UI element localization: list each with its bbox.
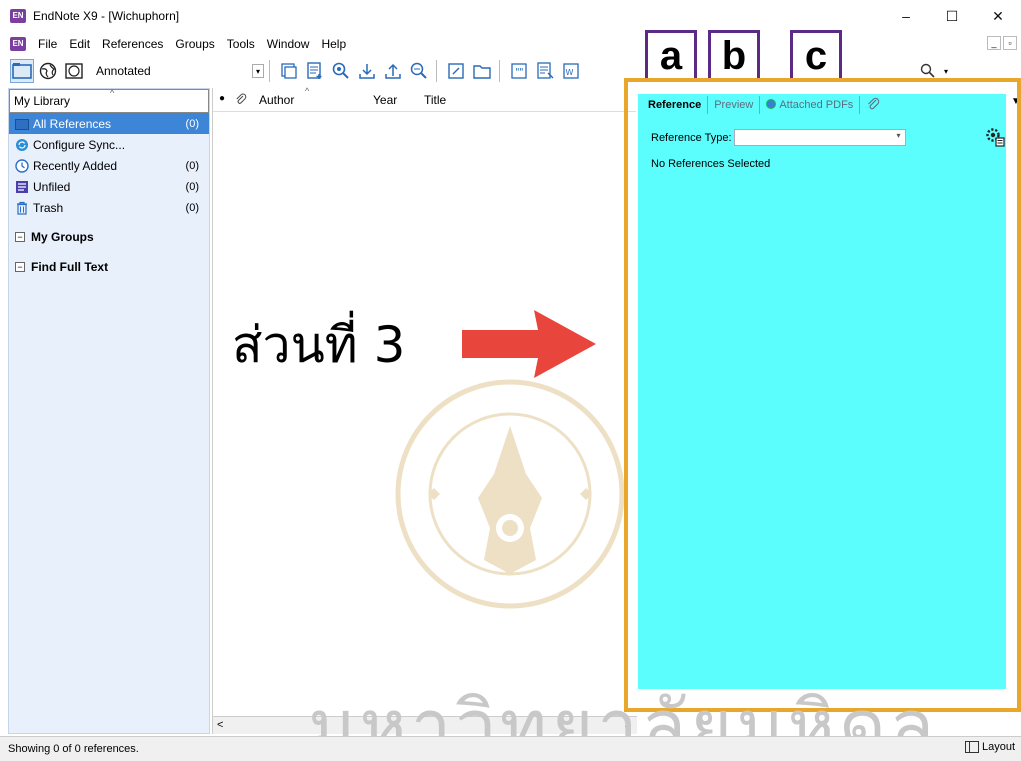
right-arrow-icon [460, 308, 600, 383]
group-label: Recently Added [33, 158, 118, 173]
menu-bar: EN File Edit References Groups Tools Win… [0, 34, 1021, 54]
svg-text:": " [519, 67, 524, 78]
groups-panel: My Library ^ All References (0) Configur… [8, 88, 210, 734]
sync-icon [15, 138, 29, 152]
open-file-icon[interactable] [470, 59, 494, 83]
group-recently-added[interactable]: Recently Added (0) [9, 155, 209, 176]
collapse-toggle-icon[interactable]: − [15, 262, 25, 272]
find-full-text-section[interactable]: − Find Full Text [9, 252, 209, 282]
sort-caret-icon: ^ [110, 88, 115, 98]
read-status-column[interactable]: ● [219, 93, 225, 104]
group-unfiled[interactable]: Unfiled (0) [9, 176, 209, 197]
group-label: Trash [33, 200, 64, 215]
overlay-label-a: a [645, 30, 697, 82]
toolbar-divider [499, 60, 500, 82]
menu-file[interactable]: File [32, 37, 63, 51]
online-search-icon[interactable] [36, 59, 60, 83]
download-icon[interactable] [355, 59, 379, 83]
recently-added-icon [15, 158, 29, 173]
group-trash[interactable]: Trash (0) [9, 197, 209, 218]
endnote-app-icon: EN [10, 9, 26, 23]
group-label: Configure Sync... [33, 137, 126, 152]
group-label: Unfiled [33, 179, 71, 194]
insert-citation-icon[interactable]: " " [507, 59, 531, 83]
maximize-button[interactable]: ☐ [929, 0, 975, 32]
status-bar: Showing 0 of 0 references. Layout [0, 736, 1021, 761]
search-options-chevron-icon[interactable]: ▾ [940, 64, 952, 78]
new-reference-icon[interactable] [303, 59, 327, 83]
menu-tools[interactable]: Tools [221, 37, 261, 51]
window-title: EndNote X9 - [Wichuphorn] [33, 9, 180, 23]
document-restore-button[interactable]: ▫ [1003, 36, 1017, 50]
section-label: Find Full Text [31, 260, 109, 274]
title-bar: EN EndNote X9 - [Wichuphorn] – ☐ ✕ [0, 0, 1021, 32]
author-column-header[interactable]: Author [259, 93, 294, 107]
year-column-header[interactable]: Year [373, 93, 397, 107]
local-library-icon[interactable] [10, 59, 34, 83]
find-full-text-icon[interactable] [407, 59, 431, 83]
word-icon[interactable]: W [559, 59, 583, 83]
group-count: (0) [185, 201, 199, 214]
university-seal-watermark [394, 378, 626, 613]
all-references-icon [15, 117, 29, 131]
overlay-label-c: c [790, 30, 842, 82]
upload-icon[interactable] [381, 59, 405, 83]
menu-window[interactable]: Window [261, 37, 316, 51]
output-style-select[interactable]: Annotated [96, 64, 244, 78]
copy-to-library-icon[interactable] [277, 59, 301, 83]
integrated-library-icon[interactable] [62, 59, 86, 83]
document-window-controls: _ ▫ [987, 36, 1017, 50]
title-column-header[interactable]: Title [424, 93, 446, 107]
highlight-frame [624, 78, 1021, 712]
layout-label: Layout [981, 741, 1015, 753]
section-caption: ส่วนที่ 3 [232, 316, 406, 374]
collapse-toggle-icon[interactable]: − [15, 232, 25, 242]
my-groups-section[interactable]: − My Groups [9, 222, 209, 252]
menu-edit[interactable]: Edit [63, 37, 96, 51]
group-count: (0) [185, 180, 199, 193]
menu-references[interactable]: References [96, 37, 169, 51]
unfiled-icon [15, 180, 29, 194]
document-system-menu-icon[interactable]: EN [10, 37, 26, 51]
group-configure-sync[interactable]: Configure Sync... [9, 134, 209, 155]
sort-caret-icon: ^ [305, 86, 310, 96]
window-controls: – ☐ ✕ [883, 0, 1021, 32]
attachment-column-icon[interactable] [235, 93, 247, 109]
svg-text:W: W [566, 68, 574, 77]
section-label: My Groups [31, 230, 94, 244]
open-link-icon[interactable] [444, 59, 468, 83]
format-bibliography-icon[interactable] [533, 59, 557, 83]
chevron-down-icon[interactable]: ▾ [252, 64, 264, 78]
document-minimize-button[interactable]: _ [987, 36, 1001, 50]
library-header[interactable]: My Library ^ [9, 88, 209, 113]
library-header-label: My Library [14, 94, 71, 108]
close-button[interactable]: ✕ [975, 0, 1021, 32]
reference-list-header: ● Author ^ Year Title [213, 86, 636, 112]
menu-groups[interactable]: Groups [169, 37, 220, 51]
trash-icon [15, 201, 29, 215]
status-text: Showing 0 of 0 references. [8, 743, 139, 755]
group-count: (0) [185, 159, 199, 172]
group-label: All References [33, 116, 112, 131]
layout-button[interactable]: Layout [964, 741, 1015, 753]
group-all-references[interactable]: All References (0) [9, 113, 209, 134]
menu-help[interactable]: Help [315, 37, 352, 51]
minimize-button[interactable]: – [883, 0, 929, 32]
toolbar-divider [269, 60, 270, 82]
toolbar-divider [436, 60, 437, 82]
online-search-magnifier-icon[interactable] [329, 59, 353, 83]
group-count: (0) [185, 117, 199, 130]
overlay-label-b: b [708, 30, 760, 82]
layout-icon [964, 741, 979, 753]
scroll-left-icon[interactable]: < [217, 719, 223, 731]
